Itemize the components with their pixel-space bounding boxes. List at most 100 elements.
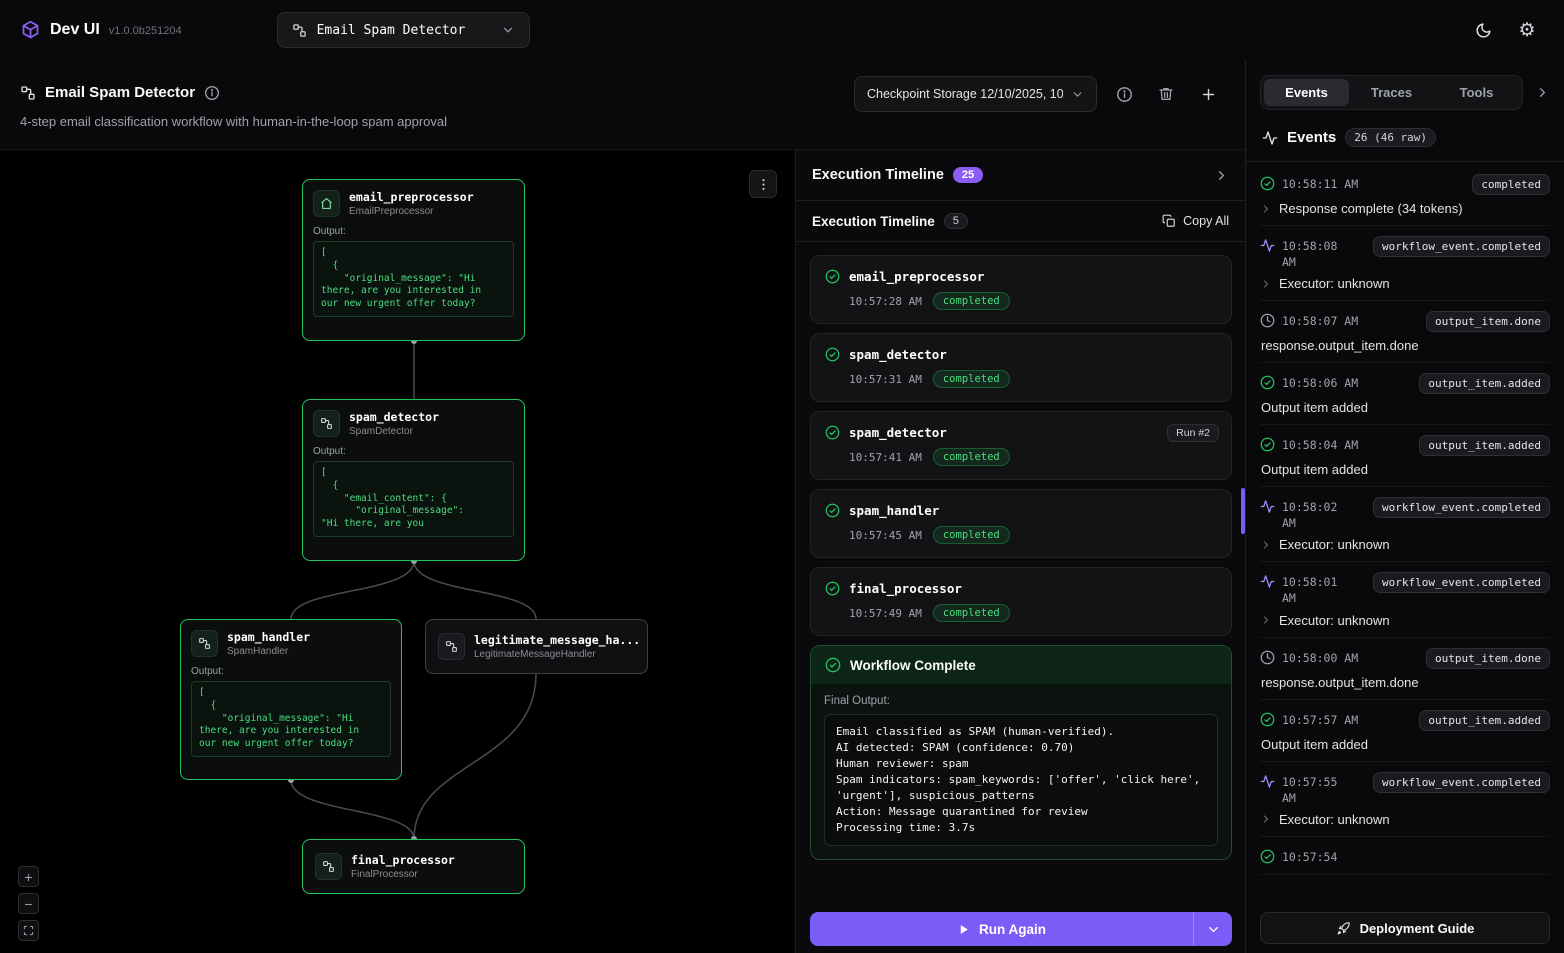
event-type-badge: output_item.added: [1419, 710, 1550, 731]
chevron-right-icon: [1260, 614, 1272, 626]
event-item[interactable]: 10:57:55 AM workflow_event.completed Exe…: [1260, 762, 1550, 837]
timeline-item[interactable]: spam_handler 10:57:45 AM completed: [810, 489, 1232, 558]
info-icon[interactable]: [204, 85, 220, 101]
event-time: 10:57:55 AM: [1282, 772, 1344, 806]
event-item[interactable]: 10:58:02 AM workflow_event.completed Exe…: [1260, 487, 1550, 562]
check-circle-icon: [825, 503, 840, 518]
plus-icon: [1200, 86, 1217, 103]
timeline-item[interactable]: email_preprocessor 10:57:28 AM completed: [810, 255, 1232, 324]
timeline-item[interactable]: spam_detector 10:57:41 AM completed Run …: [810, 411, 1232, 480]
home-icon: [313, 190, 340, 217]
settings-button[interactable]: ⚙: [1510, 13, 1544, 47]
node-subtitle: FinalProcessor: [351, 869, 455, 880]
chevron-down-icon: [1206, 922, 1221, 937]
timeline-item-time: 10:57:49 AM: [849, 607, 922, 620]
node-spam-detector[interactable]: spam_detector SpamDetector Output: [ { "…: [302, 399, 525, 561]
event-item[interactable]: 10:57:57 AM output_item.added Output ite…: [1260, 700, 1550, 762]
collapse-panel-button[interactable]: [1214, 168, 1229, 183]
node-title: legitimate_message_ha...: [474, 633, 640, 647]
node-output-label: Output:: [313, 226, 514, 237]
info-button[interactable]: [1109, 79, 1139, 109]
node-title: spam_detector: [349, 410, 439, 424]
node-subtitle: EmailPreprocessor: [349, 206, 474, 217]
event-item[interactable]: 10:58:07 AM output_item.done response.ou…: [1260, 301, 1550, 363]
copy-icon: [1162, 214, 1176, 228]
app-version: v1.0.0b251204: [109, 25, 182, 37]
workflow-subtitle: 4-step email classification workflow wit…: [20, 114, 1225, 129]
timeline-item[interactable]: final_processor 10:57:49 AM completed: [810, 567, 1232, 636]
copy-all-button[interactable]: Copy All: [1162, 214, 1229, 228]
node-legitimate-message-handler[interactable]: legitimate_message_ha... LegitimateMessa…: [425, 619, 648, 674]
panel-tabs: Events Traces Tools: [1260, 75, 1523, 110]
checkpoint-storage-label: Checkpoint Storage 12/10/2025, 10:5: [867, 87, 1063, 101]
event-time: 10:58:06 AM: [1282, 373, 1358, 391]
event-time: 10:58:11 AM: [1282, 174, 1358, 192]
timeline-item-name: email_preprocessor: [849, 269, 984, 284]
plus-icon: +: [24, 870, 32, 884]
event-type-badge: output_item.added: [1419, 373, 1550, 394]
dark-mode-toggle[interactable]: [1466, 13, 1500, 47]
tab-events[interactable]: Events: [1264, 79, 1349, 106]
delete-button[interactable]: [1151, 79, 1181, 109]
check-circle-icon: [825, 347, 840, 362]
tab-traces[interactable]: Traces: [1349, 79, 1434, 106]
timeline-item-time: 10:57:45 AM: [849, 529, 922, 542]
collapse-panel-button[interactable]: [1530, 81, 1554, 105]
timeline-item-name: spam_handler: [849, 503, 939, 518]
node-subtitle: SpamHandler: [227, 646, 310, 657]
run-options-button[interactable]: [1194, 912, 1232, 946]
chevron-down-icon: [1071, 88, 1084, 101]
timeline-item-time: 10:57:31 AM: [849, 373, 922, 386]
status-badge: completed: [933, 526, 1010, 544]
event-item[interactable]: 10:58:00 AM output_item.done response.ou…: [1260, 638, 1550, 700]
workflow-selector[interactable]: Email Spam Detector: [277, 12, 531, 48]
workflow-icon: [315, 853, 342, 880]
page-title: Email Spam Detector: [45, 84, 195, 101]
workflow-icon: [20, 85, 36, 101]
status-badge: completed: [933, 370, 1010, 388]
event-item[interactable]: 10:58:06 AM output_item.added Output ite…: [1260, 363, 1550, 425]
event-detail-text: Response complete (34 tokens): [1279, 201, 1463, 216]
event-detail-text: response.output_item.done: [1261, 675, 1419, 690]
run-again-button[interactable]: Run Again: [810, 912, 1232, 946]
node-spam-handler[interactable]: spam_handler SpamHandler Output: [ { "or…: [180, 619, 402, 780]
zoom-in-button[interactable]: +: [18, 866, 39, 887]
clock-icon: [1260, 313, 1275, 328]
node-email-preprocessor[interactable]: email_preprocessor EmailPreprocessor Out…: [302, 179, 525, 341]
timeline-item-name: spam_detector: [849, 425, 947, 440]
events-panel: Events Traces Tools Events 26 (46 raw) 1…: [1245, 60, 1564, 953]
maximize-icon: [23, 925, 34, 936]
event-item[interactable]: 10:57:54: [1260, 837, 1550, 875]
chevron-right-icon: [1260, 203, 1272, 215]
event-time: 10:58:04 AM: [1282, 435, 1358, 453]
run-again-label: Run Again: [979, 922, 1046, 937]
event-item[interactable]: 10:58:04 AM output_item.added Output ite…: [1260, 425, 1550, 487]
checkpoint-storage-select[interactable]: Checkpoint Storage 12/10/2025, 10:5: [854, 76, 1097, 112]
event-detail-text: response.output_item.done: [1261, 338, 1419, 353]
minus-icon: −: [24, 897, 32, 911]
node-subtitle: SpamDetector: [349, 426, 439, 437]
scrollbar-thumb[interactable]: [1241, 488, 1245, 534]
canvas-menu-button[interactable]: [749, 170, 777, 198]
tab-tools[interactable]: Tools: [1434, 79, 1519, 106]
event-item[interactable]: 10:58:08 AM workflow_event.completed Exe…: [1260, 226, 1550, 301]
workflow-canvas[interactable]: email_preprocessor EmailPreprocessor Out…: [0, 150, 795, 953]
chevron-right-icon: [1260, 539, 1272, 551]
node-final-processor[interactable]: final_processor FinalProcessor: [302, 839, 525, 894]
event-type-badge: output_item.done: [1426, 311, 1550, 332]
timeline-step-count-badge: 5: [944, 213, 968, 229]
add-button[interactable]: [1193, 79, 1223, 109]
workflow-icon: [313, 410, 340, 437]
event-time: 10:58:01 AM: [1282, 572, 1344, 606]
workflow-selector-label: Email Spam Detector: [317, 23, 466, 38]
fit-view-button[interactable]: [18, 920, 39, 941]
deployment-guide-button[interactable]: Deployment Guide: [1260, 912, 1550, 944]
event-detail-text: Executor: unknown: [1279, 812, 1390, 827]
event-time: 10:58:00 AM: [1282, 648, 1358, 666]
event-item[interactable]: 10:58:11 AM completed Response complete …: [1260, 164, 1550, 226]
event-item[interactable]: 10:58:01 AM workflow_event.completed Exe…: [1260, 562, 1550, 637]
timeline-item[interactable]: spam_detector 10:57:31 AM completed: [810, 333, 1232, 402]
zoom-out-button[interactable]: −: [18, 893, 39, 914]
timeline-item-time: 10:57:28 AM: [849, 295, 922, 308]
event-detail-text: Output item added: [1261, 462, 1368, 477]
